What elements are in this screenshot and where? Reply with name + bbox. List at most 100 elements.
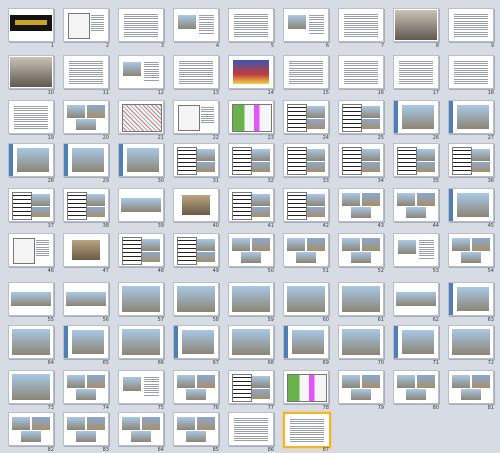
- slide-thumbnail[interactable]: [118, 8, 164, 42]
- slide-thumbnail[interactable]: [448, 143, 494, 177]
- slide-thumbnail[interactable]: [173, 143, 219, 177]
- slide-thumbnail[interactable]: [8, 143, 54, 177]
- slide-thumbnail[interactable]: [448, 188, 494, 222]
- slide-thumbnail[interactable]: [173, 412, 219, 446]
- slide-thumbnail[interactable]: [63, 143, 109, 177]
- text-line: [344, 31, 378, 33]
- slide-thumbnail[interactable]: [338, 55, 384, 89]
- text-line: [344, 83, 378, 84]
- text-line: [399, 80, 433, 82]
- slide-thumbnail[interactable]: [393, 100, 439, 134]
- slide-thumbnail[interactable]: [118, 100, 164, 134]
- slide-thumbnail[interactable]: [338, 370, 384, 404]
- slide-thumbnail[interactable]: [173, 8, 219, 42]
- slide-thumbnail[interactable]: [173, 325, 219, 359]
- slide-thumbnail[interactable]: [283, 325, 329, 359]
- slide-thumbnail[interactable]: [8, 8, 54, 42]
- slide-thumbnail[interactable]: [63, 370, 109, 404]
- slide-thumbnail[interactable]: [63, 8, 109, 42]
- slide-thumbnail[interactable]: [393, 55, 439, 89]
- slide-thumbnail[interactable]: [173, 100, 219, 134]
- slide-thumbnail[interactable]: [173, 188, 219, 222]
- slide-thumbnail[interactable]: [228, 282, 274, 316]
- thumbnail-image: [182, 330, 214, 354]
- slide-thumbnail[interactable]: [228, 188, 274, 222]
- slide-thumbnail[interactable]: [228, 100, 274, 134]
- slide-thumbnail[interactable]: [118, 412, 164, 446]
- slide-thumbnail[interactable]: [283, 412, 331, 448]
- slide-thumbnail[interactable]: [338, 8, 384, 42]
- slide-thumbnail[interactable]: [8, 325, 54, 359]
- slide-thumbnail[interactable]: [283, 143, 329, 177]
- thumbnail-image: [307, 119, 325, 129]
- slide-thumbnail[interactable]: [393, 233, 439, 267]
- slide-thumbnail[interactable]: [338, 233, 384, 267]
- slide-thumbnail[interactable]: [8, 100, 54, 134]
- slide-thumbnail[interactable]: [338, 100, 384, 134]
- slide-thumbnail[interactable]: [173, 282, 219, 316]
- slide-thumbnail[interactable]: [393, 188, 439, 222]
- slide-thumbnail[interactable]: [173, 233, 219, 267]
- slide-thumbnail[interactable]: [393, 143, 439, 177]
- slide-thumbnail[interactable]: [228, 370, 274, 404]
- thumbnail-image: [296, 252, 316, 263]
- slide-thumbnail[interactable]: [228, 325, 274, 359]
- slide-thumbnail[interactable]: [448, 282, 494, 316]
- slide-thumbnail[interactable]: [118, 233, 164, 267]
- slide-thumbnail[interactable]: [283, 188, 329, 222]
- slide-thumbnail[interactable]: [283, 100, 329, 134]
- slide-thumbnail[interactable]: [228, 55, 274, 89]
- slide-thumbnail[interactable]: [63, 325, 109, 359]
- slide-number: 18: [487, 90, 494, 96]
- slide-thumbnail[interactable]: [393, 325, 439, 359]
- slide-thumbnail[interactable]: [63, 282, 109, 316]
- slide-thumbnail[interactable]: [393, 282, 439, 316]
- slide-thumbnail[interactable]: [283, 55, 329, 89]
- text-line: [36, 253, 49, 255]
- slide-thumbnail[interactable]: [63, 100, 109, 134]
- slide-thumbnail[interactable]: [63, 412, 109, 446]
- slide-thumbnail[interactable]: [8, 282, 54, 316]
- slide-thumbnail[interactable]: [283, 8, 329, 42]
- slide-thumbnail[interactable]: [448, 100, 494, 134]
- slide-thumbnail[interactable]: [448, 8, 494, 42]
- slide-thumbnail[interactable]: [283, 233, 329, 267]
- thumbnail-image: [122, 104, 162, 132]
- slide-thumbnail[interactable]: [283, 282, 329, 316]
- slide-thumbnail[interactable]: [173, 370, 219, 404]
- slide-thumbnail[interactable]: [118, 282, 164, 316]
- slide-thumbnail[interactable]: [228, 233, 274, 267]
- slide-thumbnail[interactable]: [448, 325, 494, 359]
- slide-thumbnail[interactable]: [338, 143, 384, 177]
- slide-thumbnail[interactable]: [228, 143, 274, 177]
- slide-thumbnail[interactable]: [8, 233, 54, 267]
- slide-thumbnail[interactable]: [63, 188, 109, 222]
- text-line: [454, 33, 488, 35]
- slide-thumbnail[interactable]: [63, 55, 109, 89]
- slide-thumbnail[interactable]: [63, 233, 109, 267]
- text-line: [201, 118, 214, 119]
- slide-thumbnail[interactable]: [338, 325, 384, 359]
- slide-thumbnail[interactable]: [118, 325, 164, 359]
- slide-thumbnail[interactable]: [283, 370, 329, 404]
- slide-thumbnail[interactable]: [8, 55, 54, 89]
- slide-thumbnail[interactable]: [393, 8, 439, 42]
- slide-thumbnail[interactable]: [118, 188, 164, 222]
- slide-thumbnail[interactable]: [173, 55, 219, 89]
- slide-thumbnail[interactable]: [118, 370, 164, 404]
- slide-thumbnail[interactable]: [448, 55, 494, 89]
- slide-thumbnail[interactable]: [118, 143, 164, 177]
- text-line: [91, 19, 104, 21]
- slide-thumbnail[interactable]: [338, 282, 384, 316]
- slide-thumbnail[interactable]: [338, 188, 384, 222]
- slide-thumbnail[interactable]: [228, 412, 274, 446]
- slide-thumbnail[interactable]: [8, 412, 54, 446]
- slide-thumbnail[interactable]: [8, 370, 54, 404]
- slide-thumbnail[interactable]: [448, 370, 494, 404]
- slide-thumbnail[interactable]: [228, 8, 274, 42]
- slide-thumbnail[interactable]: [8, 188, 54, 222]
- slide-thumbnail[interactable]: [448, 233, 494, 267]
- slide-thumbnail[interactable]: [393, 370, 439, 404]
- text-line: [179, 65, 213, 67]
- slide-thumbnail[interactable]: [118, 55, 164, 89]
